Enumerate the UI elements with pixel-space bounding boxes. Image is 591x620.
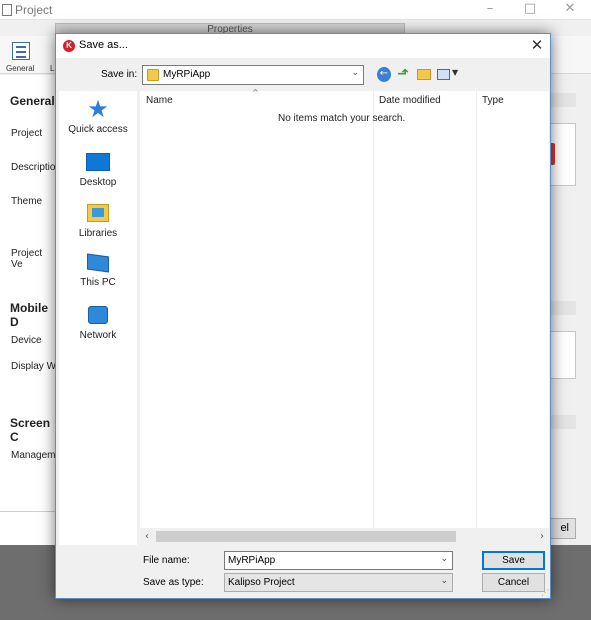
save-as-type-dropdown[interactable]: Kalipso Project ⌄ — [224, 573, 453, 592]
computer-icon — [87, 253, 109, 273]
general-toolbar-label[interactable]: General — [6, 64, 34, 73]
desktop-icon — [86, 153, 110, 171]
label-project-version: Project Ve — [11, 248, 43, 270]
label-device: Device — [11, 335, 42, 346]
label-theme: Theme — [11, 196, 43, 207]
document-icon — [2, 4, 12, 16]
file-name-value: MyRPiApp — [228, 555, 276, 566]
save-button[interactable]: Save — [482, 551, 545, 570]
section-screen: Screen C — [10, 416, 51, 444]
close-icon[interactable]: ✕ — [556, 1, 584, 19]
column-header-date-modified[interactable]: Date modified — [379, 95, 441, 106]
place-label: Libraries — [78, 228, 118, 239]
back-icon[interactable]: ← — [377, 67, 391, 82]
label-management: Managem — [11, 450, 56, 461]
places-bar: ★ Quick access Desktop Libraries This PC… — [59, 91, 137, 545]
project-titlebar: Project – □ ✕ — [0, 0, 591, 20]
field-box — [551, 331, 576, 379]
place-libraries[interactable]: Libraries — [59, 200, 137, 239]
dialog-titlebar: K Save as... ✕ — [56, 34, 550, 58]
project-properties-panel: General Project Descriptio Theme Project… — [0, 75, 56, 545]
toolbar-label-fragment[interactable]: L — [50, 64, 54, 73]
section-header-strip — [551, 415, 576, 429]
view-menu-icon[interactable]: ▼ — [437, 67, 459, 82]
kalipso-logo-icon: K — [63, 40, 75, 52]
place-quick-access[interactable]: ★ Quick access — [59, 97, 137, 135]
folder-icon — [147, 69, 159, 81]
maximize-icon[interactable]: □ — [516, 1, 544, 19]
cancel-button[interactable]: Cancel — [482, 573, 545, 592]
save-as-type-label: Save as type: — [143, 577, 204, 588]
save-in-label: Save in: — [101, 69, 138, 80]
column-header-type[interactable]: Type — [482, 95, 504, 106]
resize-grip-icon[interactable]: ⋰ — [541, 588, 549, 597]
project-cancel-button[interactable]: el — [549, 518, 576, 539]
place-label: This PC — [80, 277, 116, 288]
column-header-name[interactable]: Name — [146, 95, 173, 106]
place-network[interactable]: Network — [59, 303, 137, 341]
star-icon: ★ — [87, 95, 109, 123]
project-window-title: Project — [15, 3, 53, 17]
label-project: Project — [11, 128, 43, 139]
up-folder-icon[interactable]: ⬏ — [397, 67, 410, 82]
close-icon[interactable]: ✕ — [528, 36, 546, 54]
network-icon — [88, 306, 108, 324]
label-description: Descriptio — [11, 162, 56, 173]
minimize-icon[interactable]: – — [476, 1, 504, 19]
chevron-down-icon: ⌄ — [351, 68, 359, 78]
save-in-dropdown[interactable]: MyRPiApp ⌄ — [142, 65, 364, 85]
place-this-pc[interactable]: This PC — [59, 252, 137, 288]
horizontal-scrollbar[interactable]: ‹ › — [140, 528, 549, 545]
new-folder-icon[interactable] — [417, 69, 431, 80]
scrollbar-thumb[interactable] — [156, 531, 456, 542]
place-desktop[interactable]: Desktop — [59, 149, 137, 188]
dialog-title: Save as... — [79, 39, 128, 51]
file-name-input[interactable]: MyRPiApp ⌄ — [224, 551, 453, 570]
column-separator — [476, 91, 477, 528]
section-header-strip — [551, 301, 576, 315]
place-label: Desktop — [79, 177, 117, 188]
section-header-strip — [551, 93, 576, 107]
place-label: Quick access — [68, 124, 128, 135]
chevron-down-icon[interactable]: ⌄ — [440, 554, 448, 564]
sort-caret-icon: ^ — [252, 88, 259, 97]
general-settings-icon[interactable] — [12, 42, 30, 60]
section-general: General — [10, 94, 55, 108]
save-as-dialog: K Save as... ✕ Save in: MyRPiApp ⌄ ← ⬏ ▼… — [55, 33, 551, 599]
save-as-type-value: Kalipso Project — [228, 577, 295, 588]
save-in-value: MyRPiApp — [163, 69, 211, 80]
divider — [0, 511, 56, 512]
section-mobile: Mobile D — [10, 301, 48, 329]
chevron-down-icon: ⌄ — [440, 576, 448, 586]
scroll-right-icon[interactable]: › — [535, 528, 549, 545]
scroll-left-icon[interactable]: ‹ — [140, 528, 154, 545]
file-list[interactable]: ^ Name Date modified Type No items match… — [140, 88, 549, 545]
file-name-label: File name: — [143, 555, 190, 566]
column-separator — [373, 91, 374, 528]
label-display: Display W — [11, 361, 57, 372]
place-label: Network — [79, 330, 117, 341]
libraries-icon — [87, 204, 109, 222]
empty-message: No items match your search. — [278, 113, 406, 124]
